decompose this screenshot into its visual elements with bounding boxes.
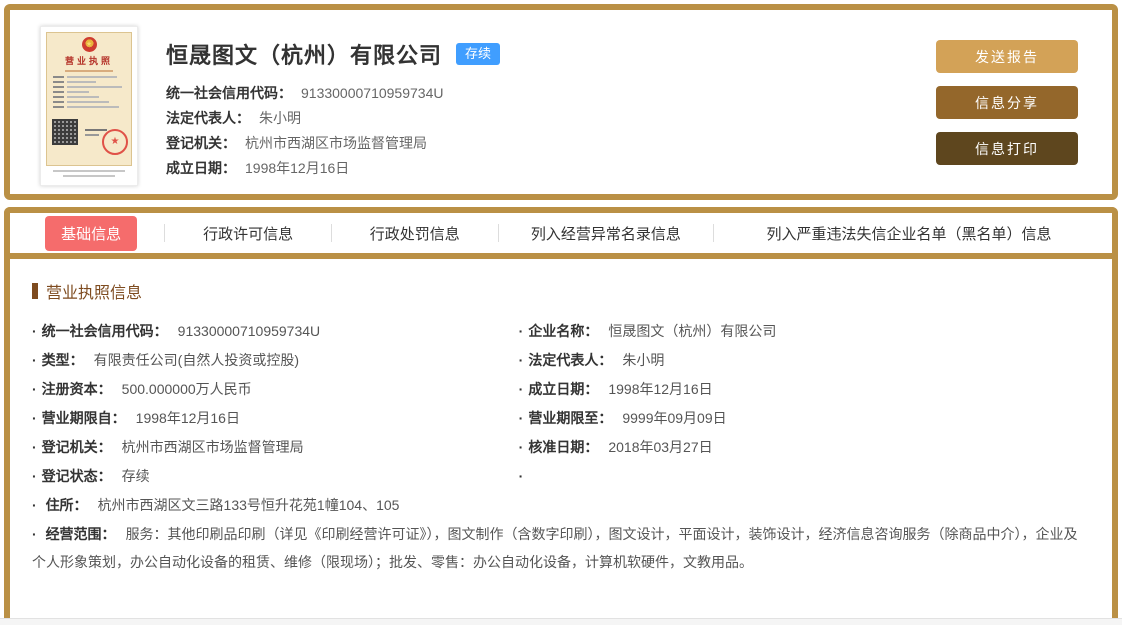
print-info-button[interactable]: 信息打印 [936, 132, 1078, 165]
qr-code [52, 119, 78, 145]
detail-panel: 基础信息 行政许可信息 行政处罚信息 列入经营异常名录信息 列入严重违法失信企业… [4, 207, 1118, 618]
section-title: 营业执照信息 [32, 279, 1090, 303]
section-title-bar [32, 283, 38, 299]
company-header-card: ★ 营业执照 ★ 恒晟图文（杭州）有限公司 存续 统一社会信用代码： 913300… [4, 4, 1118, 200]
field-approval-date: 核准日期：2018年03月27日 [519, 433, 1090, 462]
tab-admin-license[interactable]: 行政许可信息 [187, 216, 309, 251]
status-badge: 存续 [456, 43, 501, 65]
info-row: 统一社会信用代码：91330000710959734U 企业名称：恒晟图文（杭州… [32, 317, 1090, 346]
field-registration-status: 登记状态：存续 [32, 462, 519, 491]
registrar-text-line [85, 134, 99, 136]
header-field-established: 成立日期： 1998年12月16日 [166, 160, 350, 176]
header-field-legal-rep: 法定代表人： 朱小明 [166, 110, 301, 126]
license-info-section: 营业执照信息 统一社会信用代码：91330000710959734U 企业名称：… [10, 259, 1112, 576]
national-emblem-icon: ★ [81, 37, 97, 52]
company-name: 恒晟图文（杭州）有限公司 [166, 43, 443, 68]
header-field-credit-code: 统一社会信用代码： 91330000710959734U [166, 85, 444, 101]
business-license-image: ★ 营业执照 ★ [40, 26, 138, 186]
tab-abnormal-operation-list[interactable]: 列入经营异常名录信息 [515, 216, 697, 251]
info-row: 注册资本：500.000000万人民币 成立日期：1998年12月16日 [32, 375, 1090, 404]
license-caption-line [63, 175, 115, 177]
share-info-button[interactable]: 信息分享 [936, 86, 1078, 119]
info-row: 登记机关：杭州市西湖区市场监督管理局 核准日期：2018年03月27日 [32, 433, 1090, 462]
info-row: 类型：有限责任公司(自然人投资或控股) 法定代表人：朱小明 [32, 346, 1090, 375]
page-bottom-strip [0, 618, 1122, 625]
license-certificate: ★ 营业执照 ★ [46, 32, 132, 166]
tab-basic-info[interactable]: 基础信息 [45, 215, 138, 251]
field-company-type: 类型：有限责任公司(自然人投资或控股) [32, 346, 519, 375]
header-field-registry: 登记机关： 杭州市西湖区市场监督管理局 [166, 135, 427, 151]
field-address: 住所：杭州市西湖区文三路133号恒升花苑1幢104、105 [32, 491, 1090, 520]
info-row: 营业期限自：1998年12月16日 营业期限至：9999年09月09日 [32, 404, 1090, 433]
field-established-date: 成立日期：1998年12月16日 [519, 375, 1090, 404]
field-registry-authority: 登记机关：杭州市西湖区市场监督管理局 [32, 433, 519, 462]
tab-blacklist[interactable]: 列入严重违法失信企业名单（黑名单）信息 [751, 216, 1068, 251]
tab-admin-penalty[interactable]: 行政处罚信息 [354, 216, 476, 251]
license-title: 营业执照 [64, 56, 113, 66]
tab-bar: 基础信息 行政许可信息 行政处罚信息 列入经营异常名录信息 列入严重违法失信企业… [10, 213, 1112, 259]
field-term-from: 营业期限自：1998年12月16日 [32, 404, 519, 433]
license-subline [64, 70, 114, 72]
field-company-name: 企业名称：恒晟图文（杭州）有限公司 [519, 317, 1090, 346]
field-credit-code: 统一社会信用代码：91330000710959734U [32, 317, 519, 346]
field-registered-capital: 注册资本：500.000000万人民币 [32, 375, 519, 404]
field-business-scope: 经营范围：服务：其他印刷品印刷（详见《印刷经营许可证》），图文制作（含数字印刷）… [32, 520, 1090, 576]
license-caption-line [52, 170, 126, 172]
info-row: 登记状态：存续 [32, 462, 1090, 491]
registrar-text-line [85, 129, 107, 131]
field-legal-rep: 法定代表人：朱小明 [519, 346, 1090, 375]
send-report-button[interactable]: 发送报告 [936, 40, 1078, 73]
official-seal-icon: ★ [102, 129, 128, 155]
field-term-to: 营业期限至：9999年09月09日 [519, 404, 1090, 433]
